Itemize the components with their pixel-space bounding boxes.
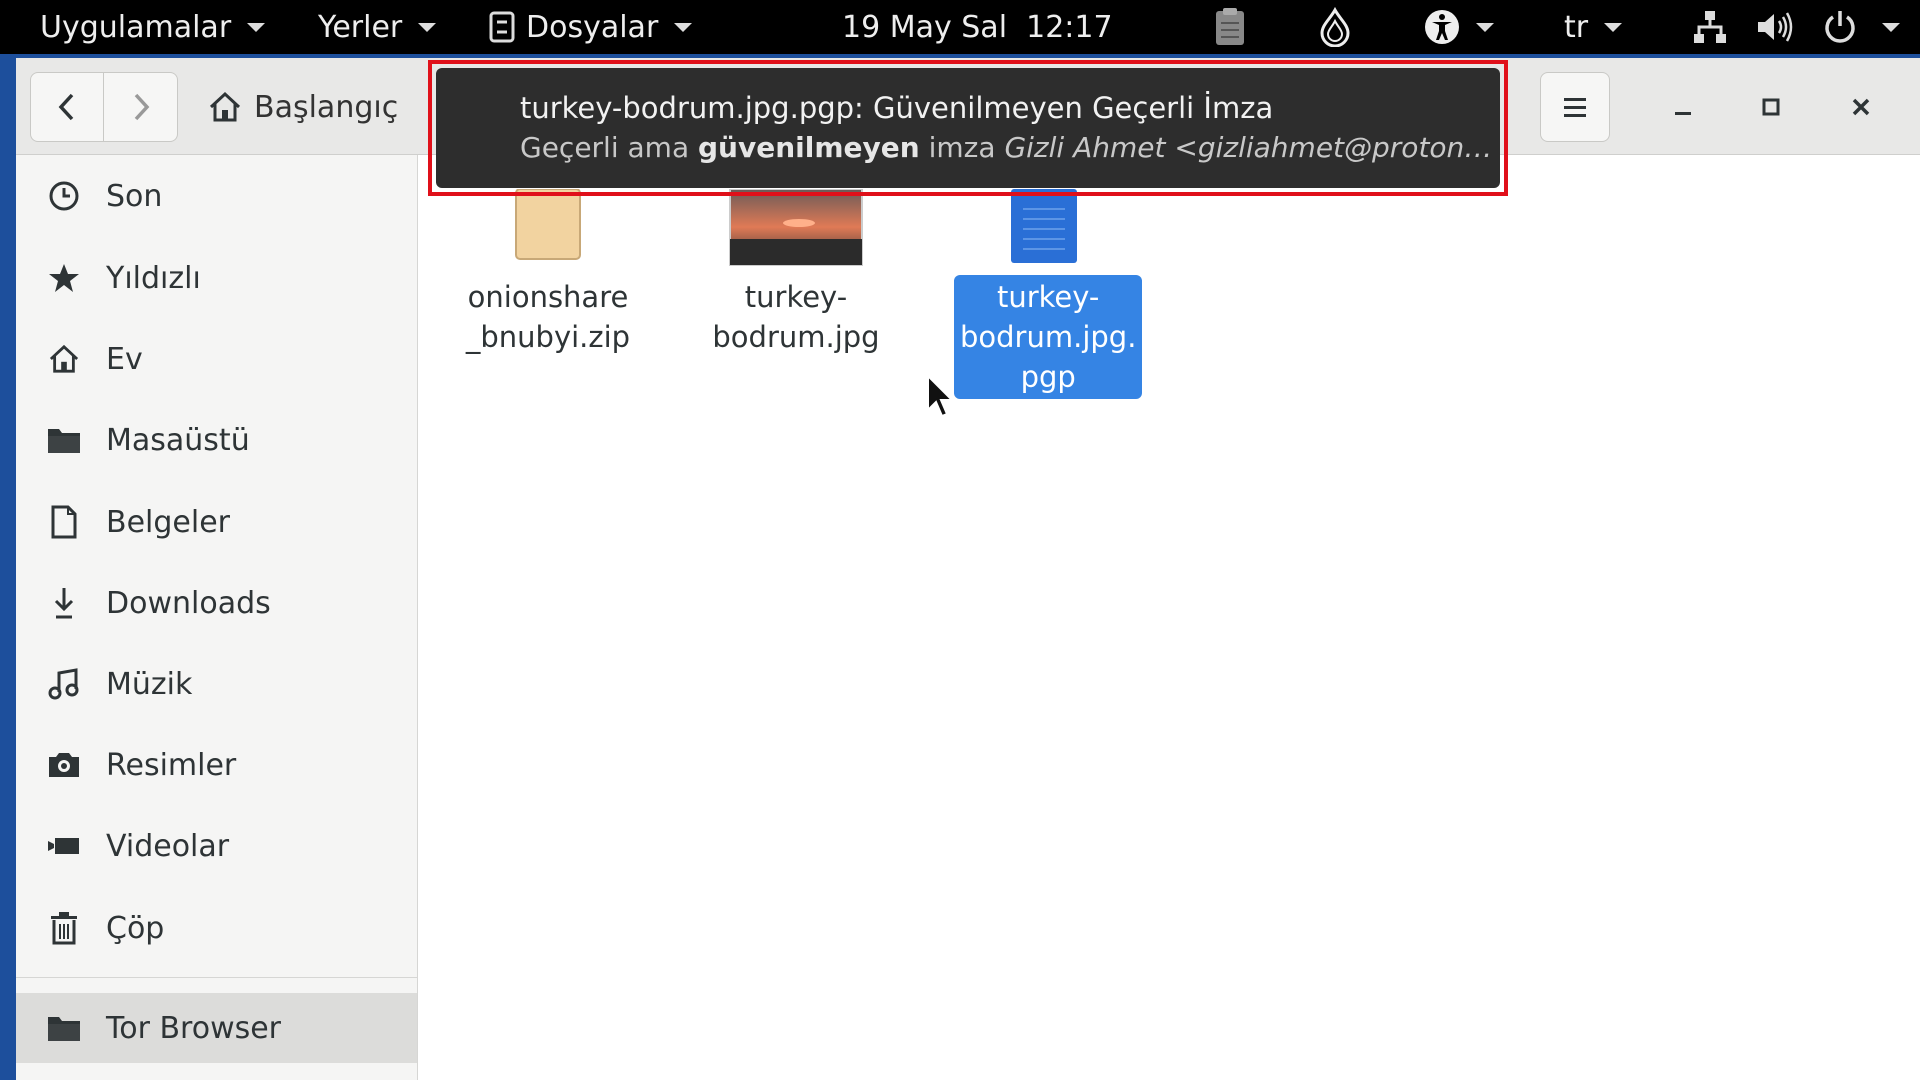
file-cabinet-icon bbox=[489, 11, 515, 43]
chevron-left-icon bbox=[58, 93, 74, 121]
sidebar-item-label: Resimler bbox=[106, 747, 237, 783]
camera-icon bbox=[44, 751, 84, 779]
tor-status-indicator[interactable] bbox=[1318, 0, 1352, 54]
sidebar-item-tor-browser[interactable]: Tor Browser bbox=[16, 993, 417, 1063]
file-name: turkey-bodrum.jpg bbox=[712, 280, 880, 354]
file-item[interactable]: onionshare _bnubyi.zip bbox=[458, 189, 638, 359]
volume-icon bbox=[1758, 12, 1793, 42]
sidebar: Son Yıldızlı Ev Masaüstü Belgeler Downlo… bbox=[16, 155, 418, 1080]
menu-button[interactable] bbox=[1540, 72, 1610, 142]
sidebar-item-label: Yıldızlı bbox=[106, 260, 201, 296]
file-view[interactable]: onionshare _bnubyi.zip turkey-bodrum.jpg … bbox=[418, 155, 1920, 1080]
sidebar-item-recent[interactable]: Son bbox=[16, 161, 417, 231]
keyboard-layout-label: tr bbox=[1564, 9, 1589, 45]
minimize-button[interactable] bbox=[1648, 72, 1718, 142]
file-name: turkey-bodrum.jpg. pgp bbox=[954, 275, 1143, 399]
chevron-down-icon bbox=[1604, 22, 1623, 32]
signature-notification[interactable]: turkey-bodrum.jpg.pgp: Güvenilmeyen Geçe… bbox=[436, 68, 1500, 188]
trash-icon bbox=[44, 911, 84, 945]
sidebar-item-label: Çöp bbox=[106, 910, 165, 946]
applications-label: Uygulamalar bbox=[40, 9, 232, 45]
clipboard-icon bbox=[1216, 8, 1244, 45]
sidebar-item-music[interactable]: Müzik bbox=[16, 649, 417, 719]
accessibility-menu[interactable] bbox=[1424, 0, 1494, 54]
navigation-buttons bbox=[30, 72, 178, 142]
notification-body: Geçerli ama güvenilmeyen imza Gizli Ahme… bbox=[520, 131, 1493, 164]
archive-icon bbox=[515, 189, 581, 260]
places-label: Yerler bbox=[318, 9, 403, 45]
maximize-button[interactable] bbox=[1736, 72, 1806, 142]
back-button[interactable] bbox=[30, 72, 104, 142]
file-item-selected[interactable]: turkey-bodrum.jpg. pgp bbox=[954, 189, 1143, 399]
sidebar-item-videos[interactable]: Videolar bbox=[16, 811, 417, 881]
mouse-cursor-icon bbox=[927, 374, 955, 418]
maximize-icon bbox=[1762, 98, 1780, 116]
minimize-icon bbox=[1675, 112, 1691, 115]
sidebar-item-label: Downloads bbox=[106, 585, 271, 621]
breadcrumb-home[interactable]: Başlangıç bbox=[208, 72, 398, 142]
sidebar-item-label: Videolar bbox=[106, 828, 230, 864]
forward-button[interactable] bbox=[104, 72, 178, 142]
files-app-label: Dosyalar bbox=[526, 9, 659, 45]
power-icon bbox=[1825, 11, 1855, 43]
sidebar-item-label: Müzik bbox=[106, 666, 193, 702]
sidebar-item-label: Son bbox=[106, 178, 163, 214]
files-app-menu[interactable]: Dosyalar bbox=[488, 0, 693, 54]
chevron-down-icon bbox=[1882, 22, 1900, 32]
sidebar-item-desktop[interactable]: Masaüstü bbox=[16, 405, 417, 475]
sidebar-item-pictures[interactable]: Resimler bbox=[16, 730, 417, 800]
folder-icon bbox=[44, 426, 84, 454]
sidebar-item-label: Masaüstü bbox=[106, 422, 250, 458]
chevron-down-icon bbox=[418, 22, 437, 32]
sidebar-separator bbox=[16, 977, 417, 978]
document-icon bbox=[44, 505, 84, 539]
sidebar-item-downloads[interactable]: Downloads bbox=[16, 568, 417, 638]
notification-title: turkey-bodrum.jpg.pgp: Güvenilmeyen Geçe… bbox=[520, 91, 1274, 125]
network-icon bbox=[1694, 11, 1726, 43]
accessibility-icon bbox=[1425, 10, 1459, 44]
clock-label: 19 May Sal 12:17 bbox=[842, 9, 1113, 45]
document-icon bbox=[1011, 189, 1077, 263]
download-icon bbox=[44, 586, 84, 620]
file-manager-window: Başlangıç Son Yıldızlı Ev Masaüstü Belge… bbox=[16, 58, 1920, 1080]
keyboard-layout-menu[interactable]: tr bbox=[1564, 0, 1623, 54]
close-icon bbox=[1852, 98, 1870, 116]
clock-icon bbox=[44, 180, 84, 212]
music-icon bbox=[44, 668, 84, 700]
home-icon bbox=[209, 91, 241, 122]
video-icon bbox=[44, 834, 84, 858]
chevron-down-icon bbox=[1476, 22, 1494, 32]
clock[interactable]: 19 May Sal 12:17 bbox=[842, 0, 1113, 54]
sidebar-item-documents[interactable]: Belgeler bbox=[16, 487, 417, 557]
sidebar-item-label: Belgeler bbox=[106, 504, 230, 540]
close-button[interactable] bbox=[1826, 72, 1896, 142]
chevron-right-icon bbox=[134, 93, 149, 121]
breadcrumb-label: Başlangıç bbox=[254, 89, 399, 125]
sidebar-item-label: Ev bbox=[106, 341, 143, 377]
image-thumbnail bbox=[729, 189, 863, 266]
system-menu[interactable] bbox=[1692, 0, 1900, 54]
sidebar-item-trash[interactable]: Çöp bbox=[16, 893, 417, 963]
folder-icon bbox=[44, 1014, 84, 1042]
applications-menu[interactable]: Uygulamalar bbox=[40, 0, 266, 54]
sidebar-item-home[interactable]: Ev bbox=[16, 324, 417, 394]
onion-icon bbox=[1320, 7, 1350, 47]
star-icon bbox=[44, 262, 84, 294]
sidebar-item-starred[interactable]: Yıldızlı bbox=[16, 243, 417, 313]
file-item[interactable]: turkey-bodrum.jpg bbox=[706, 189, 886, 359]
file-name: onionshare _bnubyi.zip bbox=[465, 280, 631, 354]
home-icon bbox=[44, 344, 84, 374]
top-bar: Uygulamalar Yerler Dosyalar 19 May Sal 1… bbox=[0, 0, 1920, 54]
clipboard-indicator[interactable] bbox=[1210, 0, 1250, 54]
chevron-down-icon bbox=[247, 22, 266, 32]
sidebar-item-label: Tor Browser bbox=[106, 1010, 282, 1046]
places-menu[interactable]: Yerler bbox=[318, 0, 437, 54]
chevron-down-icon bbox=[674, 22, 693, 32]
hamburger-icon bbox=[1564, 98, 1586, 117]
